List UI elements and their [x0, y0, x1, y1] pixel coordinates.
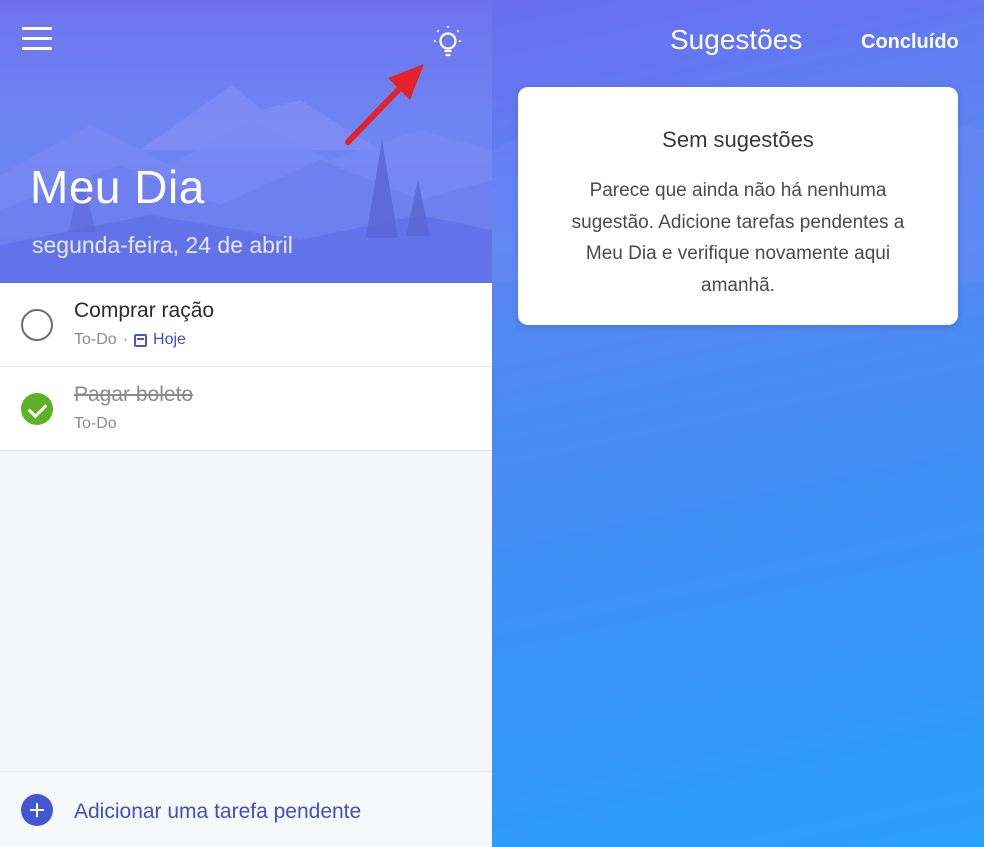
task-list-name: To-Do — [74, 331, 117, 348]
current-date: segunda-feira, 24 de abril — [32, 232, 293, 258]
lightbulb-icon[interactable] — [428, 22, 468, 62]
task-due-date: Hoje — [153, 331, 186, 348]
calendar-icon — [134, 333, 148, 347]
completed-task-checkbox[interactable] — [21, 393, 53, 425]
task-item[interactable]: Pagar boleto To-Do — [0, 367, 492, 451]
red-arrow-annotation — [345, 64, 424, 145]
plus-circle-icon[interactable] — [21, 794, 53, 826]
empty-state-message: Parece que ainda não há nenhuma sugestão… — [571, 180, 905, 296]
done-button[interactable]: Concluído — [861, 31, 959, 54]
suggestions-card: Sem sugestões Parece que ainda não há ne… — [518, 87, 958, 325]
add-task-input[interactable]: Adicionar uma tarefa pendente — [74, 800, 361, 824]
task-meta: To-Do · Hoje — [74, 331, 186, 348]
hamburger-menu-icon[interactable] — [22, 27, 52, 55]
my-day-header: Meu Dia segunda-feira, 24 de abril — [0, 0, 492, 283]
complete-task-checkbox[interactable] — [21, 309, 53, 341]
task-meta: To-Do — [74, 415, 117, 433]
add-task-bar[interactable]: Adicionar uma tarefa pendente — [0, 771, 492, 847]
page-title: Meu Dia — [30, 161, 205, 213]
empty-state-title: Sem sugestões — [662, 127, 814, 152]
my-day-panel: Meu Dia segunda-feira, 24 de abril Compr… — [0, 0, 492, 847]
suggestions-panel: Sugestões Concluído Sem sugestões Parece… — [492, 0, 984, 847]
task-item[interactable]: Comprar ração To-Do · Hoje — [0, 283, 492, 367]
task-title: Pagar boleto — [74, 383, 194, 406]
task-list-name: To-Do — [74, 415, 117, 432]
suggestions-title: Sugestões — [670, 24, 803, 55]
task-title: Comprar ração — [74, 299, 215, 322]
